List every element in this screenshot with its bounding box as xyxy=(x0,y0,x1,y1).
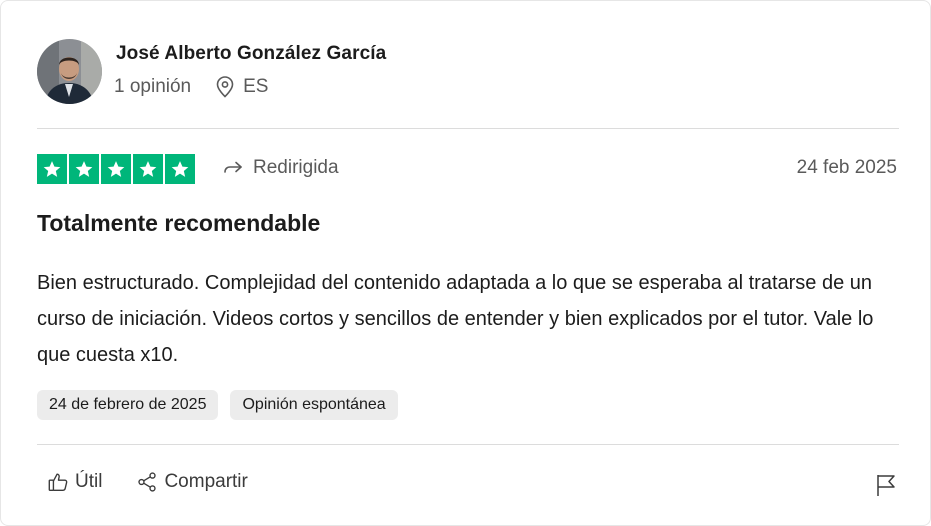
flag-icon xyxy=(877,475,895,496)
review-tags: 24 de febrero de 2025 Opinión espontánea xyxy=(37,390,398,420)
redirect-arrow-icon xyxy=(224,161,242,173)
review-card: José Alberto González García 1 opinión E… xyxy=(0,0,931,526)
share-button[interactable]: Compartir xyxy=(136,471,248,493)
share-icon xyxy=(138,472,157,492)
review-type-tag[interactable]: Opinión espontánea xyxy=(230,390,398,420)
reviewer-header: José Alberto González García 1 opinión E… xyxy=(37,39,899,105)
star-icon xyxy=(69,154,99,184)
experience-date-tag: 24 de febrero de 2025 xyxy=(37,390,219,420)
thumbs-up-icon xyxy=(48,473,68,491)
share-label: Compartir xyxy=(164,471,248,492)
redirected-text: Redirigida xyxy=(253,157,339,178)
star-icon xyxy=(101,154,131,184)
reviewer-country: ES xyxy=(243,76,269,97)
divider-top xyxy=(37,128,899,129)
review-date: 24 feb 2025 xyxy=(796,157,897,178)
review-actions: Útil Compartir xyxy=(47,471,248,493)
review-title: Totalmente recomendable xyxy=(37,210,321,236)
useful-button[interactable]: Útil xyxy=(47,471,102,493)
reviewer-avatar[interactable] xyxy=(37,39,102,104)
review-body: Bien estructurado. Complejidad del conte… xyxy=(37,272,874,366)
redirected-label[interactable]: Redirigida xyxy=(223,157,339,179)
useful-label: Útil xyxy=(75,471,103,492)
star-rating xyxy=(37,154,195,184)
review-count: 1 opinión xyxy=(114,76,192,97)
star-icon xyxy=(165,154,195,184)
location-pin-icon xyxy=(215,76,235,98)
report-button[interactable] xyxy=(875,473,897,502)
divider-bottom xyxy=(37,444,899,445)
reviewer-meta: 1 opinión ES xyxy=(114,76,268,98)
star-icon xyxy=(37,154,67,184)
star-icon xyxy=(133,154,163,184)
reviewer-name[interactable]: José Alberto González García xyxy=(116,43,386,65)
